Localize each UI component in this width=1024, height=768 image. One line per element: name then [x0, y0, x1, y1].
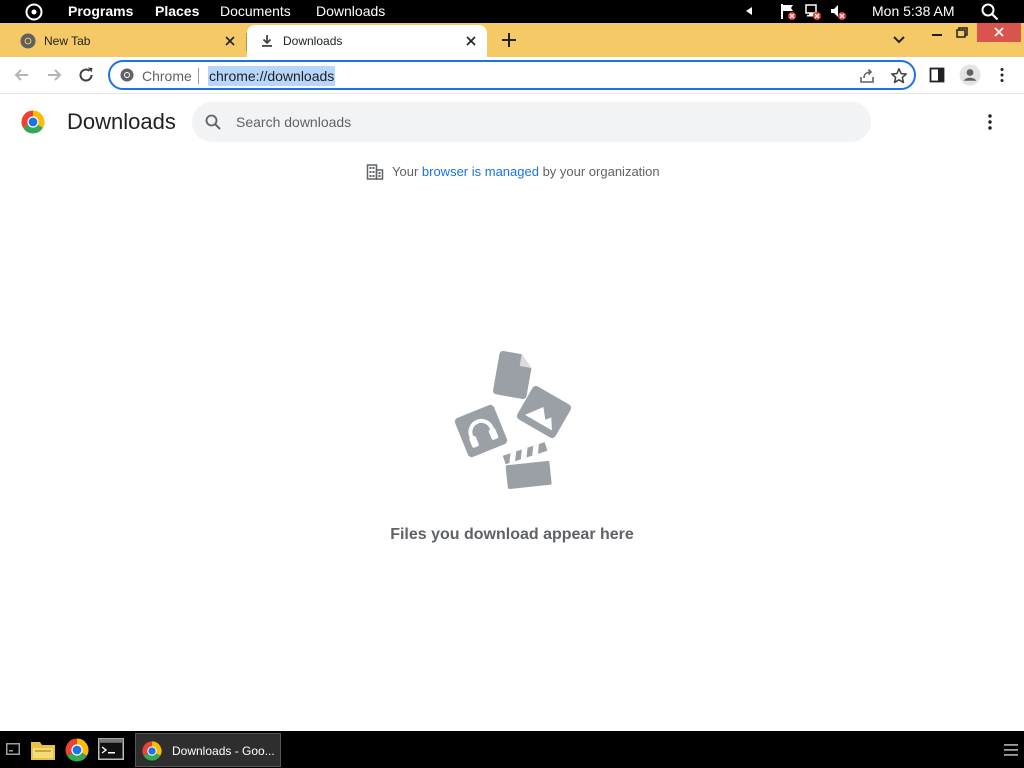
forward-button[interactable] — [44, 65, 64, 85]
video-icon — [502, 442, 552, 490]
browser-managed-link[interactable]: browser is managed — [422, 164, 539, 179]
search-input[interactable]: Search downloads — [236, 114, 351, 130]
tab-search-chevron-icon[interactable] — [890, 31, 908, 49]
download-icon — [262, 35, 272, 47]
downloads-page: Downloads Search downloads Your browser … — [0, 94, 1024, 731]
audio-icon — [454, 404, 508, 458]
tab-downloads[interactable]: Downloads — [247, 25, 487, 57]
new-tab-button[interactable] — [498, 29, 520, 51]
restore-button[interactable] — [953, 25, 971, 41]
empty-state-message: Files you download appear here — [390, 526, 634, 543]
close-tab-icon[interactable] — [463, 33, 479, 49]
page-more-menu-icon[interactable] — [980, 112, 1000, 132]
profile-avatar-icon[interactable] — [959, 64, 981, 86]
taskbar-window-downloads[interactable]: Downloads - Goo... — [135, 733, 281, 767]
downloads-menu[interactable]: Downloads — [316, 3, 385, 19]
managed-notice-text: Your browser is managed by your organiza… — [392, 164, 660, 179]
share-icon[interactable] — [858, 67, 876, 85]
chrome-logo-icon — [21, 110, 45, 134]
programs-menu[interactable]: Programs — [68, 3, 133, 19]
page-title: Downloads — [67, 109, 176, 134]
show-desktop-icon[interactable] — [6, 743, 20, 755]
managed-suffix: by your organization — [538, 164, 660, 179]
places-menu[interactable]: Places — [155, 3, 199, 19]
managed-prefix: Your — [392, 164, 422, 179]
speaker-muted-icon[interactable] — [829, 3, 847, 21]
reload-button[interactable] — [76, 65, 96, 85]
window-close-button[interactable] — [977, 23, 1021, 42]
network-error-icon[interactable] — [804, 3, 822, 21]
close-tab-icon[interactable] — [222, 33, 238, 49]
flag-muted-icon[interactable] — [779, 3, 797, 21]
chrome-site-icon — [120, 68, 134, 82]
search-icon — [205, 114, 221, 130]
chrome-icon — [142, 741, 162, 761]
clock[interactable]: Mon 5:38 AM — [872, 3, 955, 19]
browser-toolbar: Chrome chrome://downloads — [0, 57, 1024, 94]
search-icon[interactable] — [981, 3, 999, 21]
taskbar-window-label: Downloads - Goo... — [172, 744, 275, 758]
volume-arrow-icon[interactable] — [744, 6, 754, 16]
tab-title: New Tab — [44, 34, 91, 48]
back-button[interactable] — [12, 65, 32, 85]
chrome-icon — [20, 33, 36, 49]
chip-separator — [198, 68, 199, 84]
minimize-button[interactable] — [928, 25, 946, 41]
terminal-icon[interactable] — [98, 738, 124, 760]
building-icon — [366, 164, 384, 180]
bookmark-star-icon[interactable] — [890, 67, 908, 85]
tab-title: Downloads — [283, 34, 343, 48]
tab-strip: New Tab Downloads — [0, 23, 1024, 57]
bottom-taskbar: Downloads - Goo... — [0, 731, 1024, 768]
document-icon — [493, 350, 532, 400]
file-manager-icon[interactable] — [30, 738, 56, 762]
system-top-bar: Programs Places Documents Downloads Mon … — [0, 0, 1024, 23]
address-bar[interactable]: Chrome chrome://downloads — [108, 60, 916, 90]
activities-icon[interactable] — [25, 3, 43, 21]
chrome-launcher-icon[interactable] — [65, 738, 89, 762]
tab-new-tab[interactable]: New Tab — [8, 25, 246, 57]
site-chip-label: Chrome — [142, 68, 192, 84]
documents-menu[interactable]: Documents — [220, 3, 291, 19]
url-input[interactable]: chrome://downloads — [208, 66, 336, 86]
search-downloads-box[interactable]: Search downloads — [192, 102, 871, 142]
close-icon — [994, 27, 1004, 37]
empty-downloads-illustration — [454, 350, 572, 490]
hamburger-menu-icon[interactable] — [1004, 744, 1018, 756]
side-panel-icon[interactable] — [928, 66, 946, 84]
browser-menu-icon[interactable] — [993, 66, 1011, 84]
